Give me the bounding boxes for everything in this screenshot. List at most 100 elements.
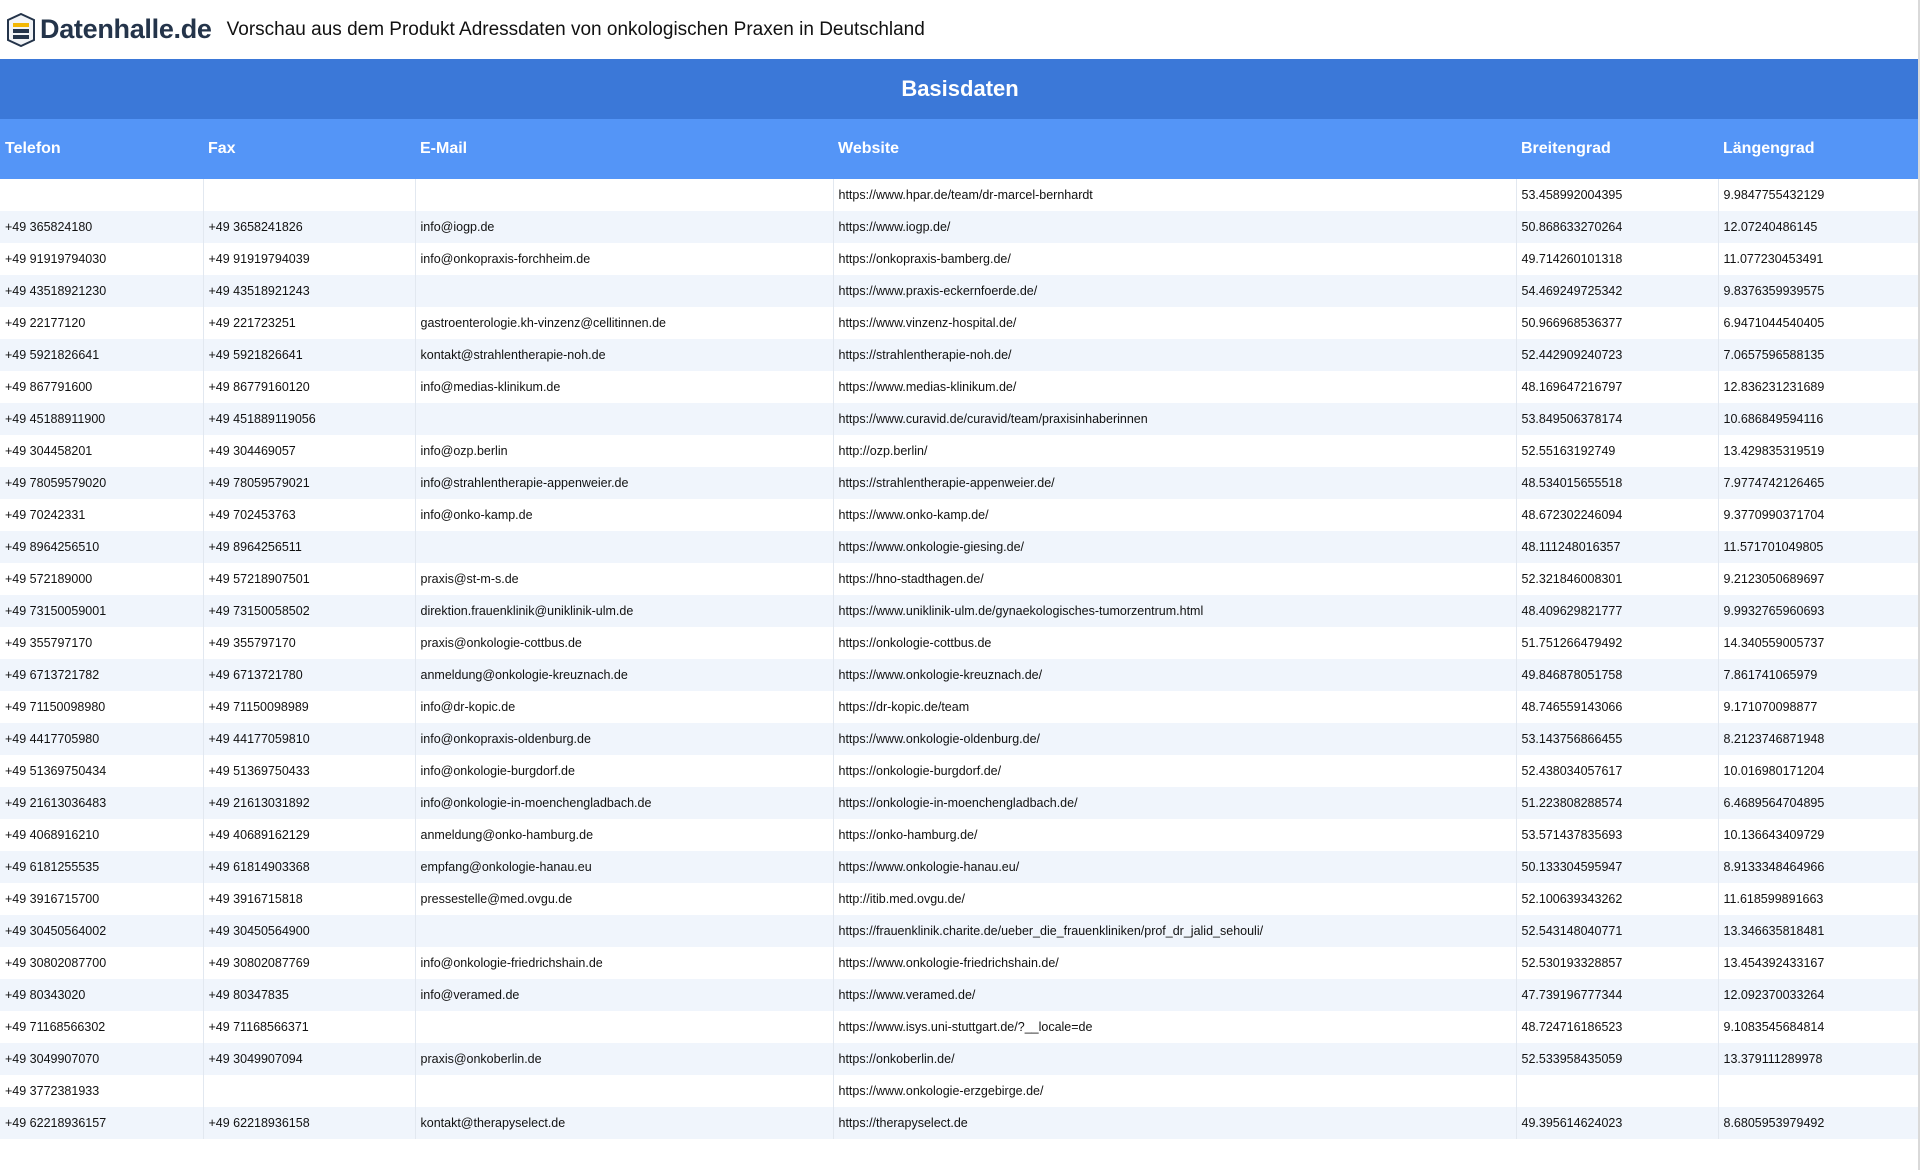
laengengrad-cell: 7.0657596588135 [1717,339,1920,371]
laengengrad-cell: 11.571701049805 [1717,531,1920,563]
laengengrad-cell: 9.9932765960693 [1717,595,1920,627]
breitengrad-cell: 52.321846008301 [1515,563,1718,595]
breitengrad-cell: 50.966968536377 [1515,307,1718,339]
laengengrad-cell: 6.9471044540405 [1717,307,1920,339]
fax-cell [202,1075,415,1107]
email-cell: info@dr-kopic.de [414,691,833,723]
telefon-cell [0,179,203,211]
email-cell: info@iogp.de [414,211,833,243]
website-cell: https://dr-kopic.de/team [832,691,1516,723]
breitengrad-cell: 50.133304595947 [1515,851,1718,883]
section-header-row: Basisdaten [0,59,1920,119]
table-row: +49 3049907070 +49 3049907094 praxis@onkob… [0,1043,1920,1075]
breitengrad-cell: 49.395614624023 [1515,1107,1718,1139]
email-cell [414,1011,833,1043]
email-cell: kontakt@therapyselect.de [414,1107,833,1139]
fax-cell: +49 221723251 [202,307,415,339]
laengengrad-cell: 12.092370033264 [1717,979,1920,1011]
top-header: Datenhalle.de Vorschau aus dem Produkt A… [0,0,1920,59]
website-cell: https://strahlentherapie-appenweier.de/ [832,467,1516,499]
laengengrad-cell: 9.1083545684814 [1717,1011,1920,1043]
table-row: +49 30802087700 +49 30802087769 info@onkol… [0,947,1920,979]
laengengrad-cell [1717,1075,1920,1107]
telefon-cell: +49 8964256510 [0,531,203,563]
breitengrad-cell: 48.534015655518 [1515,467,1718,499]
table-row: +49 80343020 +49 80347835 info@veramed.de h… [0,979,1920,1011]
column-header-website: Website [833,119,1516,179]
email-cell: info@ozp.berlin [414,435,833,467]
laengengrad-cell: 9.9847755432129 [1717,179,1920,211]
table-row: +49 355797170 +49 355797170 praxis@onkolog… [0,627,1920,659]
breitengrad-cell: 54.469249725342 [1515,275,1718,307]
breitengrad-cell: 53.849506378174 [1515,403,1718,435]
page-title: Vorschau aus dem Produkt Adressdaten von… [226,18,925,40]
fax-cell: +49 451889119056 [202,403,415,435]
email-cell: empfang@onkologie-hanau.eu [414,851,833,883]
telefon-cell: +49 71150098980 [0,691,203,723]
column-header-telefon: Telefon [0,119,203,179]
breitengrad-cell: 48.672302246094 [1515,499,1718,531]
telefon-cell: +49 71168566302 [0,1011,203,1043]
breitengrad-cell: 53.458992004395 [1515,179,1718,211]
telefon-cell: +49 91919794030 [0,243,203,275]
telefon-cell: +49 43518921230 [0,275,203,307]
email-cell: info@onkopraxis-forchheim.de [414,243,833,275]
email-cell [414,403,833,435]
table-row: +49 30450564002 +49 30450564900 https://fr… [0,915,1920,947]
fax-cell: +49 304469057 [202,435,415,467]
breitengrad-cell: 48.111248016357 [1515,531,1718,563]
website-cell: https://www.onko-kamp.de/ [832,499,1516,531]
column-header-email: E-Mail [415,119,833,179]
website-cell: https://www.curavid.de/curavid/team/prax… [832,403,1516,435]
email-cell: praxis@onkoberlin.de [414,1043,833,1075]
laengengrad-cell: 10.016980171204 [1717,755,1920,787]
telefon-cell: +49 73150059001 [0,595,203,627]
website-cell: http://ozp.berlin/ [832,435,1516,467]
table-row: +49 5921826641 +49 5921826641 kontakt@stra… [0,339,1920,371]
website-cell: https://onko-hamburg.de/ [832,819,1516,851]
email-cell: anmeldung@onkologie-kreuznach.de [414,659,833,691]
table-row: +49 70242331 +49 702453763 info@onko-kamp.… [0,499,1920,531]
breitengrad-cell: 53.571437835693 [1515,819,1718,851]
website-cell: https://www.onkologie-oldenburg.de/ [832,723,1516,755]
table-row: +49 867791600 +49 86779160120 info@medias-… [0,371,1920,403]
email-cell: gastroenterologie.kh-vinzenz@cellitinnen… [414,307,833,339]
website-cell: https://www.onkologie-giesing.de/ [832,531,1516,563]
table-body: https://www.hpar.de/team/dr-marcel-bernh… [0,179,1920,1139]
website-cell: https://www.isys.uni-stuttgart.de/?__loc… [832,1011,1516,1043]
table-row: +49 21613036483 +49 21613031892 info@onkol… [0,787,1920,819]
website-cell: https://www.onkologie-erzgebirge.de/ [832,1075,1516,1107]
website-cell: https://onkoberlin.de/ [832,1043,1516,1075]
table-row: +49 365824180 +49 3658241826 info@iogp.de h… [0,211,1920,243]
email-cell: info@onkopraxis-oldenburg.de [414,723,833,755]
breitengrad-cell: 53.143756866455 [1515,723,1718,755]
datenhalle-logo[interactable]: Datenhalle.de [6,12,212,47]
telefon-cell: +49 70242331 [0,499,203,531]
table-row: +49 62218936157 +49 62218936158 kontakt@th… [0,1107,1920,1139]
telefon-cell: +49 867791600 [0,371,203,403]
laengengrad-cell: 7.861741065979 [1717,659,1920,691]
website-cell: https://www.veramed.de/ [832,979,1516,1011]
fax-cell: +49 3049907094 [202,1043,415,1075]
column-header-laengengrad: Längengrad [1718,119,1920,179]
fax-cell: +49 80347835 [202,979,415,1011]
email-cell [414,531,833,563]
website-cell: https://www.onkologie-friedrichshain.de/ [832,947,1516,979]
fax-cell: +49 702453763 [202,499,415,531]
telefon-cell: +49 572189000 [0,563,203,595]
email-cell [414,275,833,307]
email-cell [414,1075,833,1107]
column-header-breitengrad: Breitengrad [1516,119,1718,179]
laengengrad-cell: 8.2123746871948 [1717,723,1920,755]
breitengrad-cell: 47.739196777344 [1515,979,1718,1011]
table-row: https://www.hpar.de/team/dr-marcel-bernh… [0,179,1920,211]
fax-cell: +49 86779160120 [202,371,415,403]
table-row: +49 3916715700 +49 3916715818 pressestelle… [0,883,1920,915]
telefon-cell: +49 78059579020 [0,467,203,499]
email-cell: pressestelle@med.ovgu.de [414,883,833,915]
email-cell: praxis@onkologie-cottbus.de [414,627,833,659]
breitengrad-cell: 52.438034057617 [1515,755,1718,787]
fax-cell: +49 62218936158 [202,1107,415,1139]
telefon-cell: +49 3049907070 [0,1043,203,1075]
fax-cell [202,179,415,211]
